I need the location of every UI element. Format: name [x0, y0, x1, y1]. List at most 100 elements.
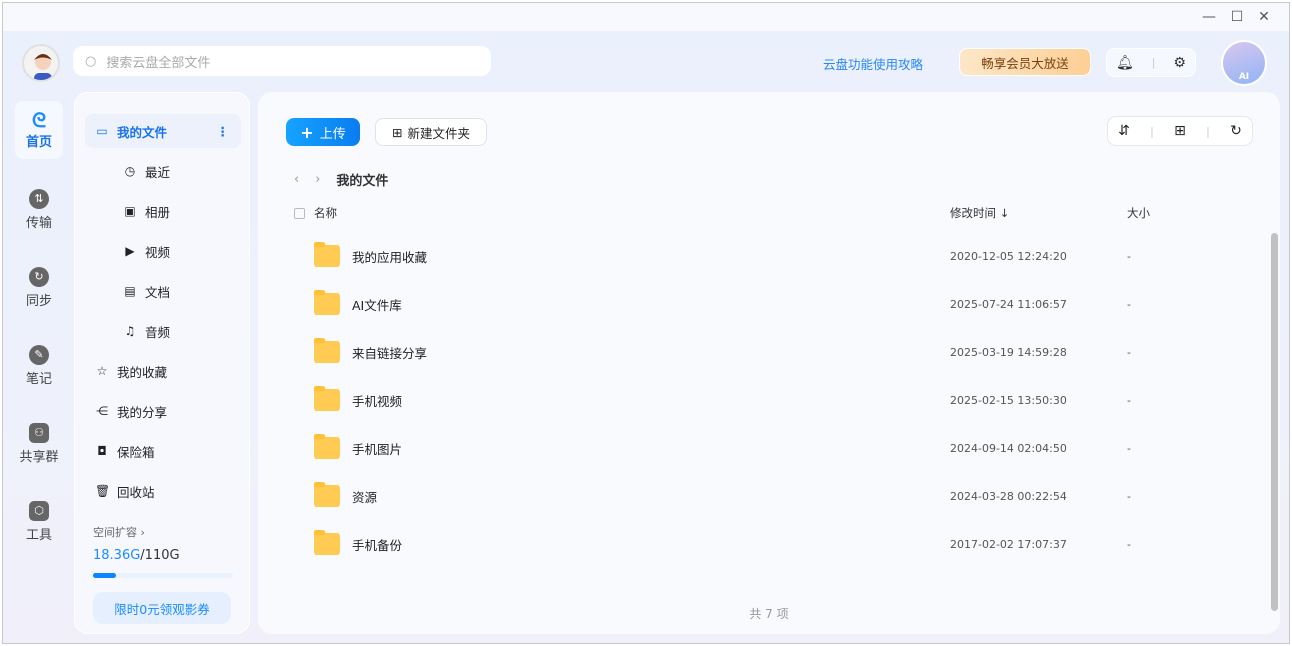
folder-icon	[314, 242, 340, 267]
breadcrumb-current: 我的文件	[336, 174, 389, 189]
file-size: -	[1127, 393, 1131, 407]
trash-icon: 🗑︎	[95, 484, 111, 498]
table-row[interactable]: AI文件库 2025-07-24 11:06:57 -	[288, 280, 1248, 328]
cloud-icon: ᘓ	[31, 108, 47, 132]
file-modified: 2025-02-15 13:50:30	[950, 393, 1067, 407]
sort-desc-icon: ↓	[999, 206, 1010, 220]
folder-icon	[314, 482, 340, 507]
file-name: 手机备份	[352, 537, 403, 553]
rail-item-home[interactable]: ᘓ 首页	[15, 101, 63, 159]
bell-icon[interactable]: 🔔︎	[1116, 55, 1134, 71]
folder-icon	[314, 530, 340, 555]
grid-view-icon[interactable]: ⊞	[1174, 123, 1186, 139]
column-name[interactable]: 名称	[314, 205, 337, 221]
item-count: 共 7 项	[749, 607, 789, 621]
rail-label: 传输	[25, 216, 52, 231]
divider: |	[1150, 124, 1154, 138]
folder-plus-icon: ⊞	[392, 124, 403, 140]
chevron-right-icon: ›	[140, 526, 145, 539]
sidebar-item-my-files[interactable]: ▭ 我的文件 ⋮	[85, 114, 241, 148]
table-row[interactable]: 资源 2024-03-28 00:22:54 -	[288, 472, 1248, 520]
table-row[interactable]: 我的应用收藏 2020-12-05 12:24:20 -	[288, 232, 1248, 280]
rail-label: 首页	[25, 135, 52, 150]
title-bar: — ☐ ✕	[3, 3, 1289, 31]
guide-link[interactable]: 云盘功能使用攻略	[823, 54, 923, 73]
file-size: -	[1127, 345, 1131, 359]
sidebar-item-videos[interactable]: ▶ 视频	[85, 234, 241, 268]
sidebar-item-safe[interactable]: ◘ 保险箱	[85, 434, 241, 468]
scrollbar[interactable]	[1271, 233, 1278, 611]
sort-icon[interactable]: ⇵	[1118, 123, 1130, 139]
app-window: — ☐ ✕ ○ 搜索云盘全部文件 云盘功能使用攻略 畅享会员大放送 🔔︎ | ⚙ A…	[2, 2, 1290, 644]
rail-item-notes[interactable]: ✎ 笔记	[15, 345, 63, 387]
more-icon[interactable]: ⋮	[217, 124, 230, 139]
back-icon[interactable]: ‹	[294, 172, 299, 187]
safe-icon: ◘	[97, 444, 107, 458]
storage-bar-fill	[93, 573, 117, 578]
close-icon[interactable]: ✕	[1254, 7, 1274, 27]
column-size[interactable]: 大小	[1127, 205, 1150, 221]
rail-item-sync[interactable]: ↻ 同步	[15, 267, 63, 309]
file-name: 我的应用收藏	[352, 249, 428, 265]
table-row[interactable]: 手机备份 2017-02-02 17:07:37 -	[288, 520, 1248, 568]
view-tools: ⇵ | ⊞ | ↻	[1107, 116, 1253, 146]
sidebar-item-documents[interactable]: ▤ 文档	[85, 274, 241, 308]
sidebar-item-audio[interactable]: ♫ 音频	[85, 314, 241, 348]
table-row[interactable]: 手机图片 2024-09-14 02:04:50 -	[288, 424, 1248, 472]
file-modified: 2017-02-02 17:07:37	[950, 537, 1067, 551]
expand-label: 空间扩容	[93, 526, 137, 539]
table-row[interactable]: 来自链接分享 2025-03-19 14:59:28 -	[288, 328, 1248, 376]
minimize-icon[interactable]: —	[1199, 7, 1219, 27]
rail-item-tools[interactable]: ⬡ 工具	[15, 501, 63, 543]
sidebar-item-photos[interactable]: ▣ 相册	[85, 194, 241, 228]
sidebar-item-label: 视频	[145, 244, 171, 260]
new-folder-label: 新建文件夹	[407, 125, 470, 141]
sidebar-item-label: 我的文件	[117, 124, 168, 140]
user-avatar[interactable]	[22, 44, 60, 82]
file-modified: 2020-12-05 12:24:20	[950, 249, 1067, 263]
folder-icon	[314, 434, 340, 459]
rail-label: 共享群	[19, 450, 59, 465]
file-modified: 2024-03-28 00:22:54	[950, 489, 1067, 503]
video-icon: ▶	[125, 244, 135, 258]
ai-label: AI	[1238, 72, 1250, 82]
sidebar-item-label: 我的收藏	[117, 364, 168, 380]
table-row[interactable]: 手机视频 2025-02-15 13:50:30 -	[288, 376, 1248, 424]
rail-item-transfer[interactable]: ⇅ 传输	[15, 189, 63, 231]
file-modified: 2024-09-14 02:04:50	[950, 441, 1067, 455]
new-folder-button[interactable]: ⊞ 新建文件夹	[375, 118, 487, 146]
promo-button[interactable]: 限时0元领观影券	[93, 592, 231, 624]
header-icon-group: 🔔︎ | ⚙	[1106, 48, 1196, 77]
sync-icon: ↻	[29, 267, 49, 287]
sidebar-item-shares[interactable]: ⋲ 我的分享	[85, 394, 241, 428]
folder-icon	[314, 338, 340, 363]
refresh-icon[interactable]: ↻	[1230, 123, 1242, 139]
ai-assistant-avatar[interactable]: AI	[1221, 40, 1267, 86]
vip-promo-button[interactable]: 畅享会员大放送	[959, 48, 1091, 76]
forward-icon[interactable]: ›	[315, 172, 320, 187]
select-all-checkbox[interactable]	[294, 208, 305, 219]
sidebar-item-label: 文档	[145, 284, 171, 300]
storage-expand-link[interactable]: 空间扩容 ›	[93, 524, 145, 540]
settings-icon[interactable]: ⚙	[1173, 55, 1186, 71]
folder-icon	[314, 386, 340, 411]
sidebar-item-label: 最近	[145, 164, 171, 180]
sidebar-item-recent[interactable]: ◷ 最近	[85, 154, 241, 188]
search-input[interactable]: ○ 搜索云盘全部文件	[73, 46, 491, 76]
clock-icon: ◷	[124, 164, 136, 178]
sidebar-item-label: 相册	[145, 204, 171, 220]
column-modified[interactable]: 修改时间 ↓	[950, 205, 1009, 221]
sidebar-item-favorites[interactable]: ☆ 我的收藏	[85, 354, 241, 388]
rail-label: 同步	[25, 294, 52, 309]
divider: |	[1151, 56, 1156, 69]
upload-button[interactable]: + 上传	[286, 118, 360, 146]
file-name: 资源	[352, 489, 378, 505]
toolbox-icon: ⬡	[29, 501, 49, 521]
folder-icon: ▭	[96, 124, 108, 138]
sidebar-item-label: 回收站	[117, 484, 155, 500]
sidebar-item-trash[interactable]: 🗑︎ 回收站	[85, 474, 241, 508]
headphones-icon: ♫	[124, 324, 136, 338]
maximize-icon[interactable]: ☐	[1227, 7, 1247, 27]
rail-item-group[interactable]: ⚇ 共享群	[15, 423, 63, 465]
breadcrumb: ‹ › 我的文件	[294, 170, 388, 189]
